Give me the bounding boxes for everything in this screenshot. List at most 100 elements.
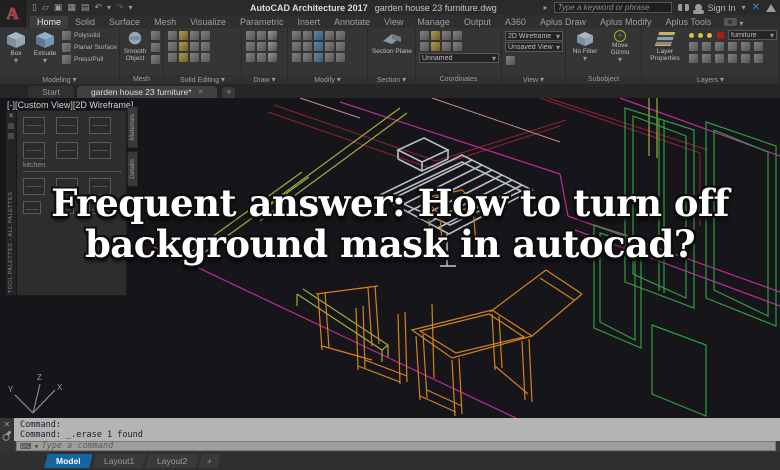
open-file-icon[interactable]: ▱ — [42, 0, 49, 15]
modify-tool-icon[interactable] — [325, 31, 334, 40]
ribbon-tab-surface[interactable]: Surface — [102, 16, 147, 28]
mesh-tools-icons[interactable] — [150, 30, 161, 65]
solid-editing-tool-icon[interactable] — [168, 31, 177, 40]
layer-tools-row1[interactable] — [688, 41, 777, 52]
mesh-tool-icon[interactable] — [151, 55, 160, 64]
ribbon-tab-parametric[interactable]: Parametric — [233, 16, 291, 28]
modify-tool-icon[interactable] — [336, 31, 345, 40]
modify-tool-icon[interactable] — [292, 42, 301, 51]
modify-tool-icon[interactable] — [314, 53, 323, 62]
panel-section-footer[interactable]: Section ▾ — [368, 75, 415, 84]
customize-wrench-icon[interactable] — [3, 430, 11, 438]
layer-lock-icon[interactable] — [707, 33, 712, 38]
layer-tool-icon[interactable] — [728, 54, 737, 63]
solid-editing-tool-icon[interactable] — [190, 31, 199, 40]
ribbon-tab-aplus-draw[interactable]: Aplus Draw — [533, 16, 593, 28]
solid-editing-tool-icon[interactable] — [179, 53, 188, 62]
ribbon-tab-insert[interactable]: Insert — [290, 16, 327, 28]
new-layout-button[interactable]: + — [198, 454, 220, 468]
sign-in-button[interactable]: Sign In — [708, 3, 736, 13]
save-icon[interactable]: ▣ — [54, 0, 63, 15]
named-view-combo[interactable]: Unsaved View▾ — [505, 42, 563, 52]
modify-tool-icon[interactable] — [292, 31, 301, 40]
layer-tools-row2[interactable] — [688, 53, 777, 64]
modify-tool-icon[interactable] — [314, 31, 323, 40]
ribbon-options-caret-icon[interactable]: ▾ — [739, 19, 743, 28]
solid-editing-tool-icon[interactable] — [179, 31, 188, 40]
solid-editing-tool-icon[interactable] — [168, 53, 177, 62]
modify-tool-icon[interactable] — [336, 53, 345, 62]
undo-icon[interactable]: ↶ — [94, 0, 102, 15]
modify-icons[interactable] — [291, 30, 365, 63]
panel-modeling-footer[interactable]: Modeling ▾ — [0, 75, 119, 84]
panel-modify-footer[interactable]: Modify ▾ — [288, 75, 367, 84]
palette-block-icon[interactable] — [56, 142, 78, 159]
palette-block-icon[interactable] — [23, 117, 45, 134]
press-pull-button[interactable]: Press/Pull — [61, 54, 117, 65]
view-tool-icon[interactable] — [506, 56, 515, 65]
visual-style-combo[interactable]: 2D Wireframe▾ — [505, 31, 563, 41]
ribbon-tab-solid[interactable]: Solid — [68, 16, 102, 28]
palette-block-icon[interactable] — [89, 117, 111, 134]
palette-close-icon[interactable]: ✕ — [8, 113, 14, 121]
modify-tool-icon[interactable] — [325, 53, 334, 62]
draw-tool-icon[interactable] — [257, 53, 266, 62]
solid-editing-tool-icon[interactable] — [201, 31, 210, 40]
file-tab-active-drawing[interactable]: garden house 23 furniture* ✕ — [77, 86, 218, 98]
solid-editing-tool-icon[interactable] — [201, 42, 210, 51]
palette-block-icon[interactable] — [56, 117, 78, 134]
solid-editing-tool-icon[interactable] — [179, 42, 188, 51]
layout1-tab[interactable]: Layout1 — [92, 454, 146, 468]
solid-editing-tool-icon[interactable] — [190, 53, 199, 62]
ribbon-tab-visualize[interactable]: Visualize — [183, 16, 233, 28]
ribbon-tab-mesh[interactable]: Mesh — [147, 16, 183, 28]
layer-tool-icon[interactable] — [741, 42, 750, 51]
panel-layers-footer[interactable]: Layers ▾ — [642, 75, 779, 84]
box-button[interactable]: Box ▾ — [3, 30, 29, 65]
modify-tool-icon[interactable] — [336, 42, 345, 51]
ribbon-tab-manage[interactable]: Manage — [410, 16, 457, 28]
help-search-input[interactable] — [554, 2, 672, 13]
ribbon-tab-aplus-tools[interactable]: Aplus Tools — [659, 16, 719, 28]
ucs-tool-icon[interactable] — [420, 31, 429, 40]
qat-customize-caret-icon[interactable]: ▾ — [129, 0, 133, 15]
command-close-icon[interactable]: ✕ — [4, 421, 11, 429]
undo-caret-icon[interactable]: ▾ — [107, 0, 111, 15]
command-input-row[interactable]: ⌨ ▾ — [16, 441, 776, 451]
draw-tool-icon[interactable] — [246, 42, 255, 51]
draw-tool-icon[interactable] — [246, 53, 255, 62]
modify-tool-icon[interactable] — [303, 53, 312, 62]
layer-tool-icon[interactable] — [728, 42, 737, 51]
redo-icon[interactable]: ↷ — [116, 0, 124, 15]
plot-icon[interactable]: ▤ — [81, 0, 90, 15]
file-tab-start[interactable]: Start — [28, 86, 74, 98]
layer-tool-icon[interactable] — [754, 42, 763, 51]
ribbon-tab-output[interactable]: Output — [457, 16, 498, 28]
smooth-object-button[interactable]: Smooth Object — [123, 30, 147, 65]
ucs-tool-icon[interactable] — [431, 42, 440, 51]
application-menu-button[interactable]: A — [0, 0, 26, 27]
search-flyout-caret-icon[interactable]: ▸ — [544, 3, 548, 12]
current-layer-combo[interactable]: furniture▾ — [728, 30, 777, 40]
box-caret-icon[interactable]: ▾ — [14, 57, 18, 64]
mesh-tool-icon[interactable] — [151, 43, 160, 52]
move-gizmo-caret-icon[interactable]: ▾ — [618, 56, 622, 63]
no-filter-caret-icon[interactable]: ▾ — [583, 55, 587, 62]
layer-tool-icon[interactable] — [754, 54, 763, 63]
model-tab[interactable]: Model — [44, 454, 92, 468]
extrude-caret-icon[interactable]: ▾ — [43, 57, 47, 64]
palette-tab-materials[interactable]: Materials — [127, 106, 138, 148]
ucs-tool-icon[interactable] — [453, 42, 462, 51]
section-plane-button[interactable]: Section Plane — [371, 30, 413, 55]
command-input[interactable] — [42, 441, 772, 451]
sign-in-caret-icon[interactable]: ▾ — [742, 3, 746, 12]
mesh-tool-icon[interactable] — [151, 31, 160, 40]
modify-tool-icon[interactable] — [292, 53, 301, 62]
no-filter-button[interactable]: No Filter ▾ — [569, 30, 601, 63]
panel-solid-editing-footer[interactable]: Solid Editing ▾ — [164, 75, 241, 84]
feedback-icon[interactable] — [766, 4, 776, 12]
modify-tool-icon[interactable] — [325, 42, 334, 51]
ribbon-tab-view[interactable]: View — [377, 16, 410, 28]
new-file-icon[interactable]: ▯ — [32, 0, 37, 15]
viewport-controls-label[interactable]: [-][Custom View][2D Wireframe] — [7, 100, 133, 110]
